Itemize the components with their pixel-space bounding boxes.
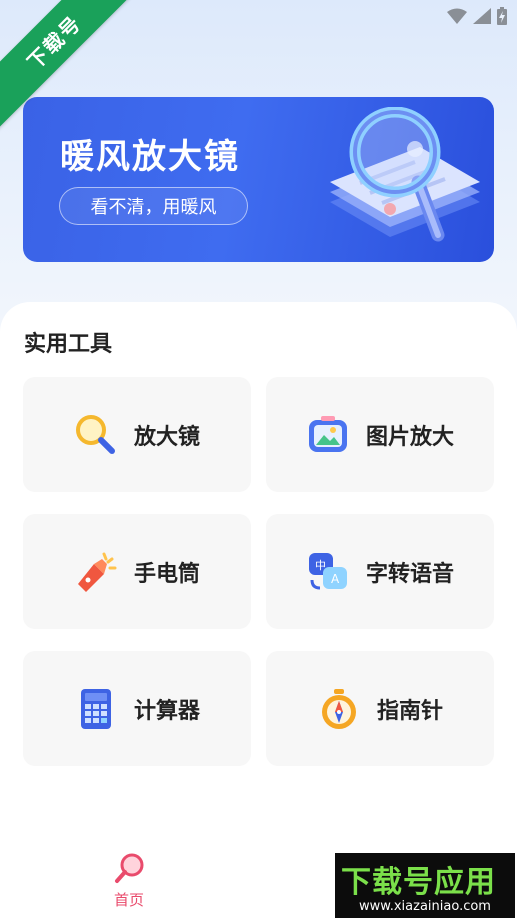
flashlight-icon	[74, 550, 118, 594]
tool-label: 放大镜	[133, 424, 200, 450]
signal-icon	[473, 8, 491, 24]
battery-icon	[497, 7, 507, 25]
watermark-title: 下载号应用	[341, 865, 496, 900]
watermark-logo: 下载号应用 www.xiazainiao.com	[335, 853, 515, 918]
tool-flashlight[interactable]: 手电筒	[23, 514, 251, 629]
nav-home[interactable]: 首页	[100, 853, 158, 910]
banner-slogan: 看不清，用暖风	[59, 187, 248, 225]
tool-image-zoom[interactable]: 图片放大	[266, 377, 494, 492]
tool-label: 计算器	[133, 698, 200, 724]
svg-text:A: A	[331, 572, 340, 586]
nav-home-label: 首页	[113, 891, 144, 909]
calculator-icon	[74, 687, 118, 731]
tool-magnifier[interactable]: 放大镜	[23, 377, 251, 492]
banner-title: 暖风放大镜	[60, 137, 240, 177]
translate-icon: 中 A	[306, 550, 350, 594]
image-icon	[306, 413, 350, 457]
magnifier-icon	[74, 413, 118, 457]
app-banner[interactable]: 暖风放大镜 看不清，用暖风	[23, 97, 494, 262]
tool-calculator[interactable]: 计算器	[23, 651, 251, 766]
tool-label: 字转语音	[365, 561, 454, 587]
tool-label: 图片放大	[365, 424, 454, 450]
tool-text-to-speech[interactable]: 中 A 字转语音	[266, 514, 494, 629]
tool-compass[interactable]: 指南针	[266, 651, 494, 766]
tool-label: 指南针	[376, 698, 443, 724]
magnifier-illustration-icon	[330, 107, 480, 242]
watermark-url: www.xiazainiao.com	[359, 899, 491, 914]
tool-label: 手电筒	[133, 561, 200, 587]
section-title: 实用工具	[24, 332, 113, 357]
wifi-icon	[447, 8, 467, 24]
compass-icon	[317, 687, 361, 731]
home-magnifier-icon	[115, 853, 144, 883]
